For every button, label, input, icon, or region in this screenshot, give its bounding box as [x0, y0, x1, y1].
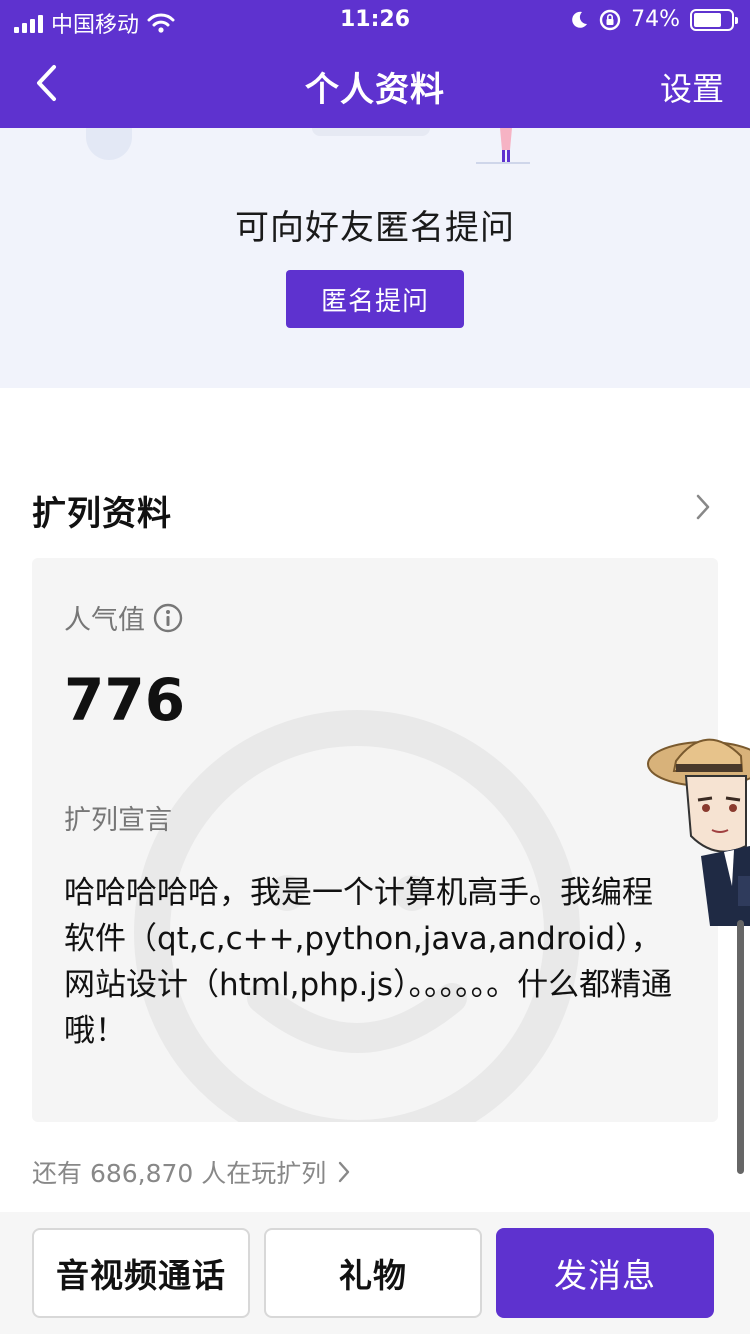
- settings-button[interactable]: 设置: [660, 64, 724, 110]
- anon-question-button[interactable]: 匿名提问: [286, 270, 464, 328]
- chevron-right-icon[interactable]: [696, 494, 710, 520]
- popularity-label-row: 人气值: [64, 598, 183, 637]
- declaration-text: 哈哈哈哈哈，我是一个计算机高手。我编程软件（qt,c,c++,python,ja…: [64, 875, 673, 1049]
- anon-question-prompt: 可向好友匿名提问: [235, 208, 515, 248]
- battery-percent: 74%: [631, 7, 680, 32]
- chevron-right-icon: [339, 1161, 350, 1183]
- profile-card: 人气值 776 扩列宣言 哈哈哈哈哈，我是一个计算机高手。我编程软件（qt,c,…: [32, 558, 718, 1122]
- declaration-label: 扩列宣言: [64, 805, 172, 836]
- battery-fill: [694, 12, 721, 27]
- scrollbar[interactable]: [737, 920, 744, 1174]
- profile-section-title[interactable]: 扩列资料: [32, 486, 172, 535]
- profile-screen: 中国移动 11:26 74% 个人资料 设置 可向好友匿名提问 匿名提问 扩列资…: [0, 0, 750, 1334]
- decor-blob: [86, 128, 132, 160]
- orientation-lock-icon: [599, 9, 621, 30]
- av-call-button[interactable]: 音视频通话: [32, 1228, 250, 1318]
- info-icon[interactable]: [153, 603, 183, 633]
- nav-bar: 个人资料 设置: [0, 40, 750, 128]
- moon-icon: [572, 11, 588, 28]
- players-count-text: 还有 686,870 人在玩扩列: [32, 1159, 327, 1188]
- anon-question-banner: 可向好友匿名提问 匿名提问: [0, 128, 750, 388]
- decor-figure-illustration: [476, 128, 530, 164]
- decor-cloud: [312, 128, 430, 136]
- send-message-button[interactable]: 发消息: [496, 1228, 714, 1318]
- page-title: 个人资料: [305, 70, 445, 110]
- battery-icon: [690, 8, 738, 31]
- status-right: 74%: [569, 7, 738, 32]
- gift-button[interactable]: 礼物: [264, 1228, 482, 1318]
- popularity-value: 776: [64, 666, 186, 734]
- header: 中国移动 11:26 74% 个人资料 设置: [0, 0, 750, 128]
- players-count-link[interactable]: 还有 686,870 人在玩扩列: [32, 1154, 350, 1190]
- status-bar: 中国移动 11:26 74%: [0, 0, 750, 40]
- avatar-sticker[interactable]: [646, 726, 750, 926]
- bottom-action-bar: 音视频通话 礼物 发消息: [0, 1212, 750, 1334]
- popularity-label: 人气值: [64, 605, 145, 636]
